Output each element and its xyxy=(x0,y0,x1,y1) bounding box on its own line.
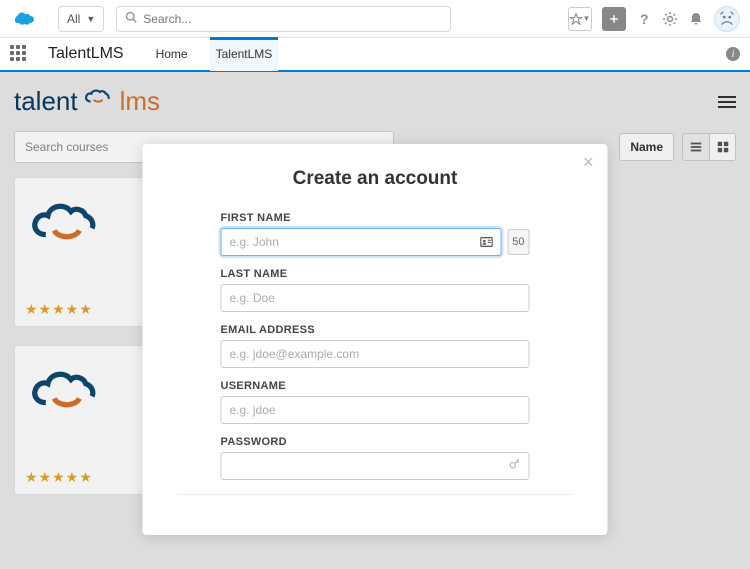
key-icon[interactable] xyxy=(508,457,522,476)
salesforce-header: All ▼ ▼ ? xyxy=(0,0,750,38)
user-avatar[interactable] xyxy=(714,6,740,32)
field-first-name: FIRST NAME 50 xyxy=(221,212,530,256)
char-counter: 50 xyxy=(507,229,529,255)
last-name-input[interactable] xyxy=(221,284,530,312)
create-account-modal: × Create an account FIRST NAME 50 LAST N… xyxy=(143,144,608,535)
salesforce-logo-icon xyxy=(10,9,38,29)
contact-card-icon xyxy=(479,235,493,249)
divider xyxy=(177,494,574,495)
add-button[interactable] xyxy=(602,7,626,31)
first-name-label: FIRST NAME xyxy=(221,212,530,224)
svg-text:?: ? xyxy=(640,11,649,27)
modal-title: Create an account xyxy=(149,168,602,190)
caret-down-icon: ▼ xyxy=(86,14,95,24)
global-search-input[interactable] xyxy=(143,12,442,26)
gear-icon[interactable] xyxy=(662,11,678,27)
last-name-label: LAST NAME xyxy=(221,268,530,280)
favorites-button[interactable]: ▼ xyxy=(568,7,592,31)
email-input[interactable] xyxy=(221,340,530,368)
salesforce-nav: TalentLMS Home TalentLMS i xyxy=(0,38,750,72)
global-search[interactable] xyxy=(116,6,451,32)
scope-label: All xyxy=(67,12,80,26)
caret-down-icon: ▼ xyxy=(583,14,591,23)
field-password: PASSWORD xyxy=(221,436,530,480)
close-icon[interactable]: × xyxy=(583,152,594,173)
field-email: EMAIL ADDRESS xyxy=(221,324,530,368)
header-actions: ▼ ? xyxy=(568,6,740,32)
info-icon[interactable]: i xyxy=(726,47,740,61)
app-title: TalentLMS xyxy=(48,45,124,63)
username-input[interactable] xyxy=(221,396,530,424)
app-launcher-icon[interactable] xyxy=(10,45,28,63)
password-label: PASSWORD xyxy=(221,436,530,448)
help-icon[interactable]: ? xyxy=(636,11,652,27)
scope-dropdown[interactable]: All ▼ xyxy=(58,6,104,32)
field-last-name: LAST NAME xyxy=(221,268,530,312)
password-input[interactable] xyxy=(221,452,530,480)
username-label: USERNAME xyxy=(221,380,530,392)
signup-form: FIRST NAME 50 LAST NAME EMAIL ADDRESS xyxy=(149,212,602,480)
field-username: USERNAME xyxy=(221,380,530,424)
first-name-input[interactable] xyxy=(221,228,502,256)
embedded-app: talent lms Search courses Name xyxy=(0,72,750,569)
nav-home[interactable]: Home xyxy=(150,37,194,71)
bell-icon[interactable] xyxy=(688,11,704,27)
search-icon xyxy=(125,10,137,28)
email-label: EMAIL ADDRESS xyxy=(221,324,530,336)
nav-talentlms[interactable]: TalentLMS xyxy=(210,37,279,71)
